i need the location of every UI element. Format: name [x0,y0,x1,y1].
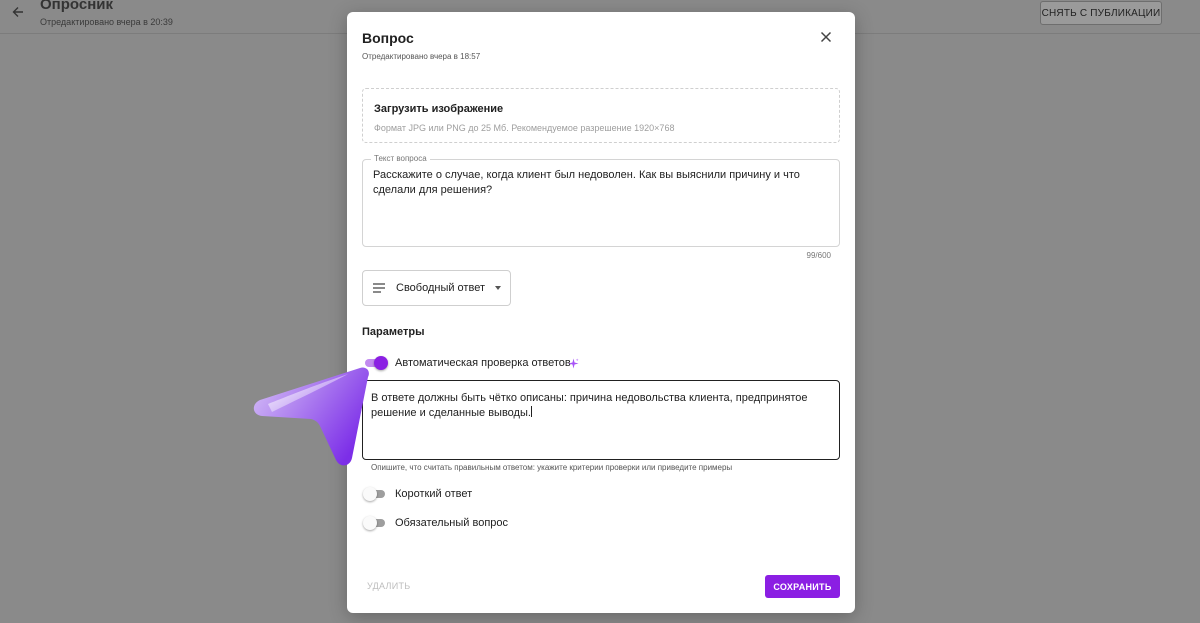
chevron-down-icon [495,286,501,290]
toggle-thumb [363,487,377,501]
modal-title: Вопрос [362,30,414,46]
arrow-left-icon[interactable] [10,4,26,20]
delete-button[interactable]: УДАЛИТЬ [367,581,411,591]
criteria-hint: Опишите, что считать правильным ответом:… [371,463,733,472]
char-counter: 99/600 [806,251,831,260]
question-text-label: Текст вопроса [371,154,430,163]
criteria-value[interactable]: В ответе должны быть чётко описаны: прич… [371,391,833,421]
save-button[interactable]: СОХРАНИТЬ [765,575,840,598]
page-title: Опросник [40,0,113,13]
lines-icon [373,283,385,293]
short-answer-label: Короткий ответ [395,488,473,500]
close-icon[interactable] [819,30,833,44]
criteria-input[interactable]: В ответе должны быть чётко описаны: прич… [362,380,840,460]
sparkle-icon [568,358,579,369]
criteria-text: В ответе должны быть чётко описаны: прич… [371,392,808,419]
required-label: Обязательный вопрос [395,517,509,529]
params-heading: Параметры [362,326,425,338]
pointer-arrow-icon [253,367,369,466]
unpublish-button[interactable]: СНЯТЬ С ПУБЛИКАЦИИ [1040,1,1162,25]
modal-edited-time: Отредактировано вчера в 18:57 [362,52,481,61]
page-edited-time: Отредактировано вчера в 20:39 [40,17,173,27]
upload-title: Загрузить изображение [374,103,504,115]
image-upload-area[interactable]: Загрузить изображение Формат JPG или PNG… [362,88,840,143]
toggle-thumb [363,516,377,530]
answer-type-value: Свободный ответ [396,282,485,294]
auto-check-label: Автоматическая проверка ответов [395,357,571,369]
required-toggle[interactable] [363,516,386,530]
short-answer-toggle[interactable] [363,487,386,501]
question-text-field[interactable]: Текст вопроса Расскажите о случае, когда… [362,154,840,247]
question-modal: Вопрос Отредактировано вчера в 18:57 Заг… [347,12,855,613]
text-cursor [530,406,532,417]
question-text-value[interactable]: Расскажите о случае, когда клиент был не… [373,168,831,198]
answer-type-select[interactable]: Свободный ответ [362,270,511,306]
upload-hint: Формат JPG или PNG до 25 Мб. Рекомендуем… [374,123,675,133]
